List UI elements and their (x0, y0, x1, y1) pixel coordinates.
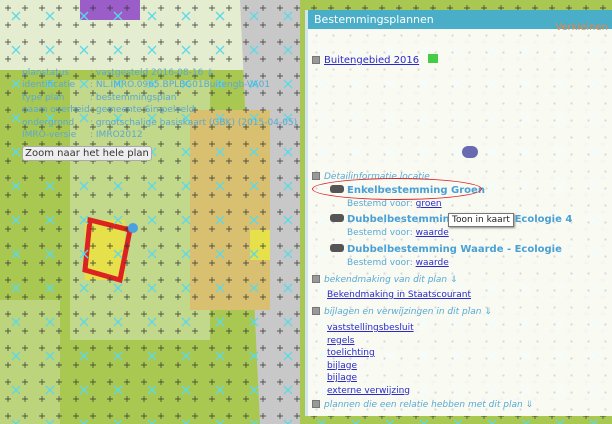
bijlage-link[interactable]: bijlage (327, 372, 414, 385)
prop-row: identificatie: NL.IMRO.0965.BPLBG01Buite… (22, 80, 271, 90)
collapse-toggle-icon[interactable] (312, 56, 320, 64)
bestemd-link[interactable]: groen (416, 199, 442, 209)
bijlage-link[interactable]: toelichting (327, 347, 414, 360)
binoculars-icon (330, 214, 344, 222)
collapse-button[interactable]: Verkleinen (555, 22, 608, 33)
highlight-oval (312, 178, 482, 200)
prop-row: ondergrond: grootschalige basiskaart (GB… (22, 118, 298, 128)
bijlage-link[interactable]: regels (327, 335, 414, 348)
prop-row: type plan: bestemmingsplan (22, 93, 177, 103)
zoom-plan-button[interactable]: Zoom naar het hele plan (22, 146, 152, 161)
download-icon[interactable]: ⇓ (206, 68, 214, 78)
tooltip: Toon in kaart (448, 213, 514, 227)
bijlage-link[interactable]: vaststellingsbesluit (327, 322, 414, 335)
bijlagen-list: vaststellingsbesluit regels toelichting … (327, 322, 414, 397)
section-bijlagen[interactable]: bijlagen en verwijzingen in dit plan ⇓ (312, 307, 492, 317)
lock-icon (428, 54, 439, 63)
detail-item[interactable]: Dubbelbestemming Waarde - Ecologie (330, 244, 562, 255)
plan-link[interactable]: Buitengebied 2016 (324, 55, 419, 66)
bijlage-link[interactable]: bijlage (327, 360, 414, 373)
print-icon[interactable] (462, 146, 478, 158)
binoculars-icon (330, 244, 344, 252)
prop-row: planstatus: vastgesteld 2016-08-16 ⇓ (22, 68, 214, 78)
section-bekendmaking[interactable]: bekendmaking van dit plan ⇓ (312, 275, 458, 285)
prop-row: naam overheid: gemeente Simpelveld (22, 105, 195, 115)
plan-header: Buitengebied 2016 (312, 54, 439, 66)
staatscourant-link[interactable]: Bekendmaking in Staatscourant (327, 290, 471, 300)
section-relaties[interactable]: plannen die een relatie hebben met dit p… (312, 400, 533, 410)
bestemd-link[interactable]: waarde (416, 258, 449, 268)
bijlage-link[interactable]: externe verwijzing (327, 385, 414, 398)
prop-row: IMRO-versie: IMRO2012 (22, 130, 143, 140)
bestemd-link[interactable]: waarde (416, 228, 449, 238)
